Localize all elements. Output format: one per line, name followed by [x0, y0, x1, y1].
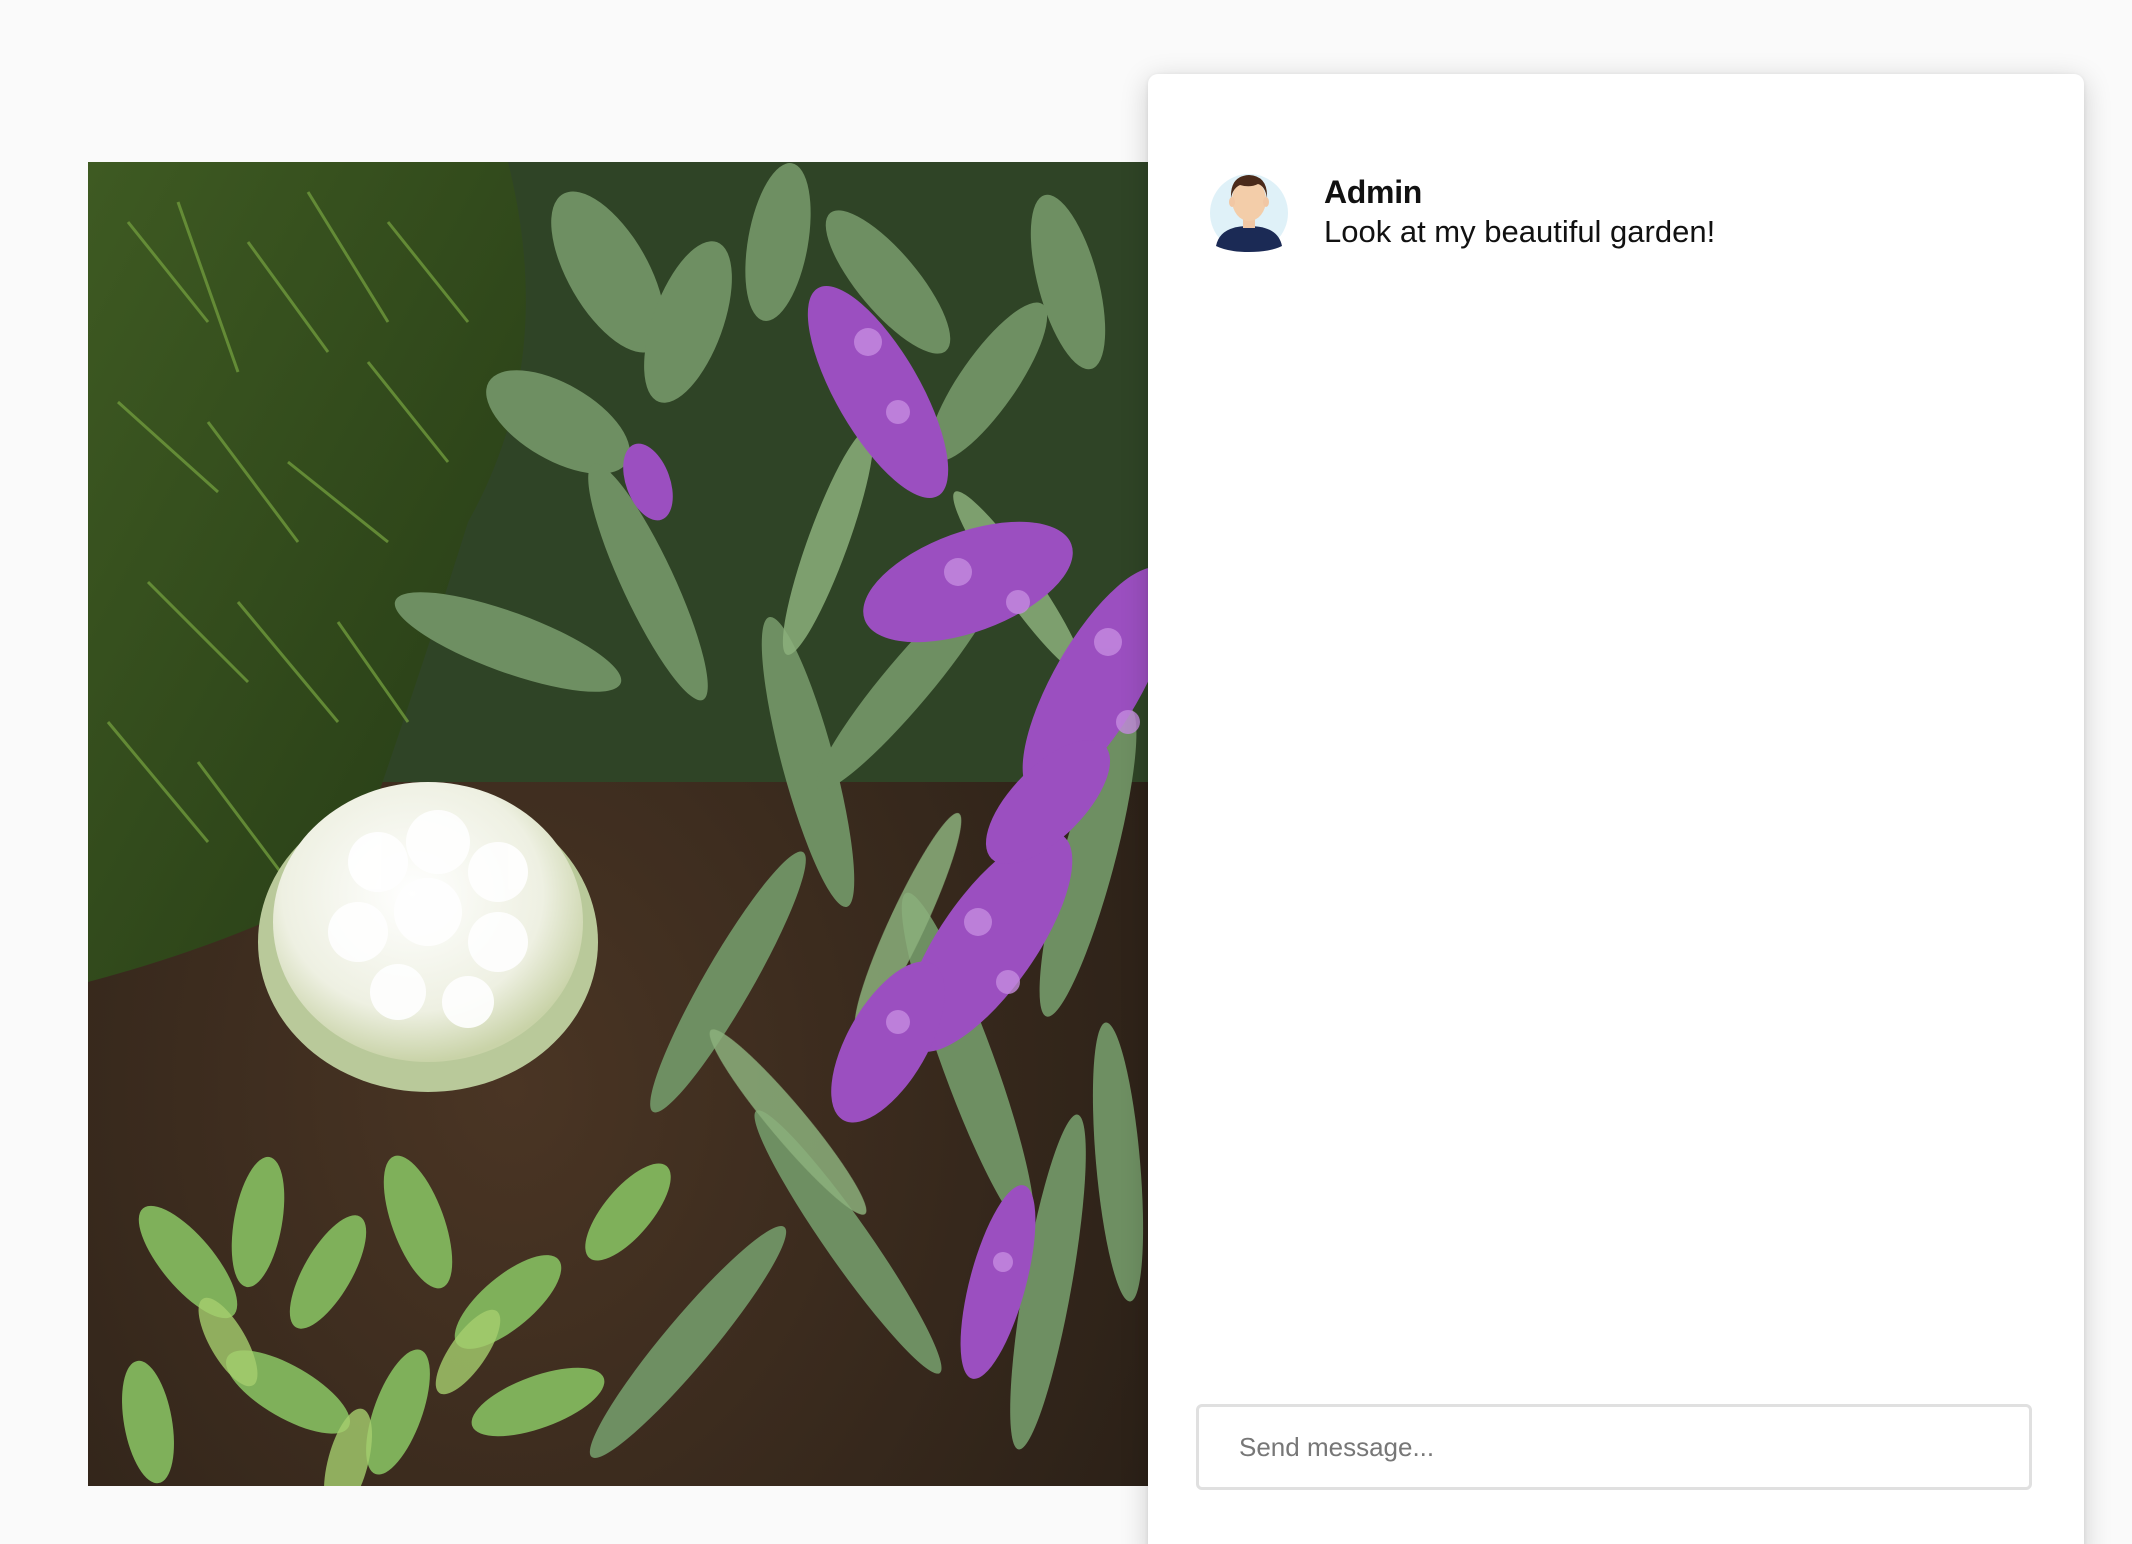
garden-photo-image [88, 162, 1148, 1486]
garden-photo [88, 162, 1148, 1486]
message-text: Look at my beautiful garden! [1324, 214, 1716, 249]
message-composer [1196, 1404, 2032, 1490]
chat-panel: Admin Look at my beautiful garden! [1148, 74, 2084, 1544]
user-avatar-icon[interactable] [1210, 160, 1288, 254]
send-message-input[interactable] [1239, 1431, 1989, 1463]
message-body: Admin Look at my beautiful garden! [1324, 172, 1715, 252]
chat-message: Admin Look at my beautiful garden! [1210, 160, 1715, 254]
message-author: Admin [1324, 174, 1423, 210]
page: Admin Look at my beautiful garden! [0, 0, 2132, 1544]
